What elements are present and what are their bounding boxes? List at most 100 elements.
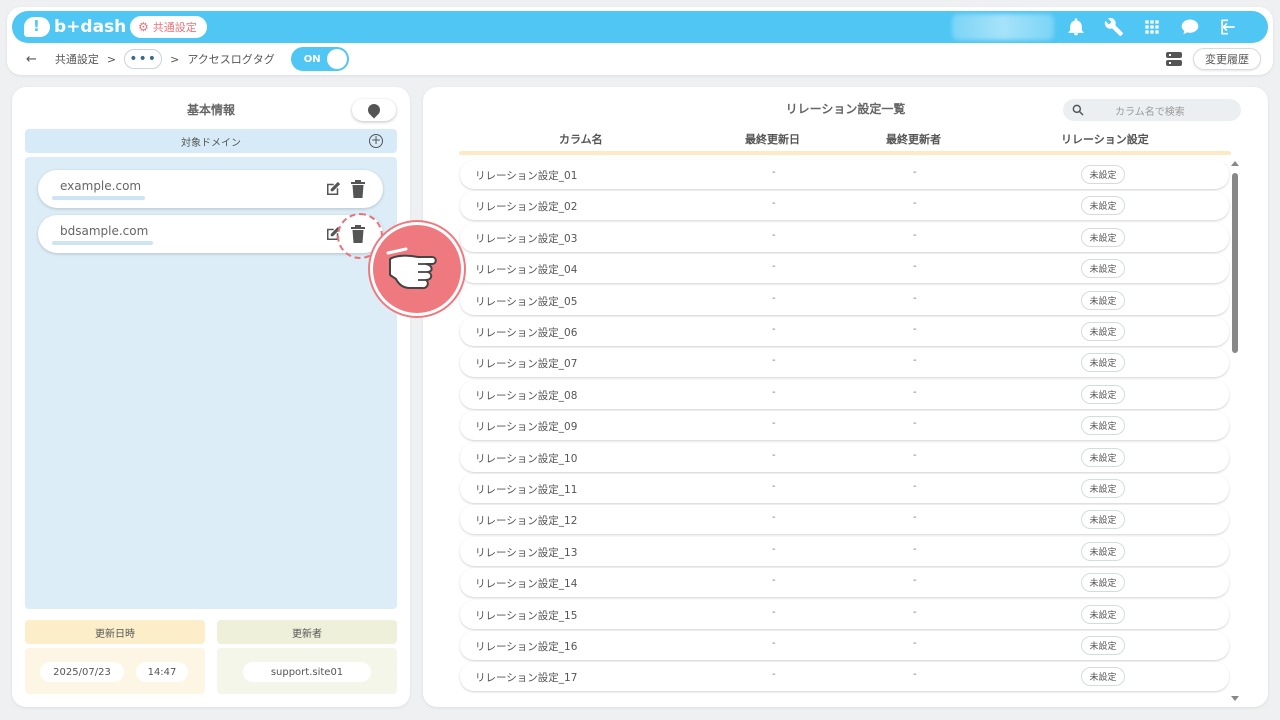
row-last-updated-date: - bbox=[772, 198, 776, 210]
logo-text: b+dash bbox=[54, 17, 127, 37]
row-last-updated-user: - bbox=[913, 167, 917, 178]
row-relation-status-button[interactable]: 未設定 bbox=[1081, 479, 1125, 498]
row-last-updated-user: - bbox=[913, 324, 917, 335]
row-relation-status-button[interactable]: 未設定 bbox=[1081, 573, 1125, 593]
logout-icon[interactable] bbox=[1216, 16, 1240, 38]
table-row[interactable]: リレーション設定_11 - - 未設定 bbox=[460, 474, 1229, 503]
row-last-updated-user: - bbox=[913, 292, 917, 304]
domain-item: bdsample.com bbox=[38, 215, 383, 253]
table-row[interactable]: リレーション設定_17 - - 未設定 bbox=[460, 662, 1229, 692]
row-last-updated-user: - bbox=[913, 355, 917, 367]
table-row[interactable]: リレーション設定_15 - - 未設定 bbox=[460, 599, 1229, 629]
row-last-updated-date: - bbox=[772, 481, 776, 492]
toggle-label: ON bbox=[303, 53, 321, 65]
breadcrumb-more-button[interactable]: ••• bbox=[124, 49, 163, 69]
row-relation-status-button[interactable]: 未設定 bbox=[1081, 667, 1125, 687]
column-header-setting[interactable]: リレーション設定 bbox=[1061, 131, 1149, 147]
toggle-knob bbox=[326, 49, 347, 69]
row-relation-status-button[interactable]: 未設定 bbox=[1081, 510, 1125, 530]
user-info-blurred[interactable] bbox=[952, 14, 1054, 40]
row-column-name: リレーション設定_06 bbox=[475, 327, 578, 339]
search-placeholder: カラム名で検索 bbox=[1115, 106, 1185, 118]
row-relation-status-button[interactable]: 未設定 bbox=[1081, 636, 1125, 655]
row-relation-status-button[interactable]: 未設定 bbox=[1081, 416, 1125, 436]
row-last-updated-date: - bbox=[772, 418, 776, 430]
table-row[interactable]: リレーション設定_01 - - 未設定 bbox=[460, 160, 1229, 189]
row-relation-status-button[interactable]: 未設定 bbox=[1081, 259, 1125, 279]
location-pin-icon bbox=[365, 101, 383, 119]
domain-name: example.com bbox=[60, 179, 142, 193]
row-last-updated-user: - bbox=[913, 449, 917, 461]
row-column-name: リレーション設定_13 bbox=[475, 546, 578, 559]
column-search-input[interactable]: カラム名で検索 bbox=[1063, 99, 1241, 121]
scrollbar-thumb[interactable] bbox=[1232, 173, 1238, 353]
domain-name: bdsample.com bbox=[60, 224, 149, 238]
table-row[interactable]: リレーション設定_09 - - 未設定 bbox=[460, 411, 1229, 441]
row-column-name: リレーション設定_01 bbox=[475, 170, 578, 182]
row-relation-status-button[interactable]: 未設定 bbox=[1081, 165, 1125, 184]
row-relation-status-button[interactable]: 未設定 bbox=[1081, 290, 1125, 310]
row-last-updated-user: - bbox=[913, 261, 917, 273]
row-last-updated-date: - bbox=[772, 449, 776, 461]
row-column-name: リレーション設定_11 bbox=[475, 484, 578, 496]
row-last-updated-user: - bbox=[913, 575, 917, 587]
row-last-updated-user: - bbox=[913, 481, 917, 492]
row-relation-status-button[interactable]: 未設定 bbox=[1081, 322, 1125, 341]
add-domain-plus-icon[interactable]: + bbox=[369, 134, 383, 148]
row-column-name: リレーション設定_05 bbox=[475, 295, 578, 308]
back-arrow-icon[interactable]: ← bbox=[26, 52, 37, 67]
scroll-down-arrow[interactable] bbox=[1231, 696, 1239, 701]
trash-icon[interactable] bbox=[351, 180, 365, 198]
row-last-updated-user: - bbox=[913, 669, 917, 681]
apps-grid-icon[interactable] bbox=[1140, 16, 1164, 38]
table-row[interactable]: リレーション設定_04 - - 未設定 bbox=[460, 254, 1229, 284]
table-row[interactable]: リレーション設定_03 - - 未設定 bbox=[460, 222, 1229, 252]
edit-icon[interactable] bbox=[324, 180, 342, 198]
change-history-button[interactable]: 変更履歴 bbox=[1193, 48, 1261, 70]
row-last-updated-date: - bbox=[772, 355, 776, 367]
shared-settings-tag[interactable]: ⚙ 共通設定 bbox=[130, 16, 207, 38]
table-row[interactable]: リレーション設定_08 - - 未設定 bbox=[460, 379, 1229, 409]
row-last-updated-user: - bbox=[913, 543, 917, 555]
row-column-name: リレーション設定_04 bbox=[475, 264, 578, 277]
row-relation-status-button[interactable]: 未設定 bbox=[1081, 353, 1125, 373]
app-logo[interactable]: b+dash bbox=[24, 15, 126, 39]
wrench-icon[interactable] bbox=[1102, 16, 1126, 38]
pointing-hand-icon bbox=[370, 222, 464, 316]
row-column-name: リレーション設定_16 bbox=[475, 641, 578, 653]
row-relation-status-button[interactable]: 未設定 bbox=[1081, 604, 1125, 624]
table-row[interactable]: リレーション設定_10 - - 未設定 bbox=[460, 442, 1229, 472]
column-header-user[interactable]: 最終更新者 bbox=[886, 131, 941, 147]
row-last-updated-date: - bbox=[772, 669, 776, 681]
breadcrumb-root[interactable]: 共通設定 bbox=[55, 51, 99, 67]
status-toggle[interactable]: ON bbox=[290, 47, 349, 71]
table-row[interactable]: リレーション設定_14 - - 未設定 bbox=[460, 568, 1229, 598]
table-row[interactable]: リレーション設定_06 - - 未設定 bbox=[460, 317, 1229, 346]
row-relation-status-button[interactable]: 未設定 bbox=[1081, 227, 1125, 247]
bell-icon[interactable] bbox=[1064, 16, 1088, 38]
row-relation-status-button[interactable]: 未設定 bbox=[1081, 447, 1125, 467]
updated-by-body: support.site01 bbox=[217, 648, 397, 694]
row-column-name: リレーション設定_17 bbox=[475, 672, 578, 685]
ip-pin-button[interactable] bbox=[352, 99, 396, 121]
row-last-updated-date: - bbox=[772, 606, 776, 618]
support-chat-icon[interactable] bbox=[1178, 16, 1202, 38]
row-relation-status-button[interactable]: 未設定 bbox=[1081, 384, 1125, 404]
table-row[interactable]: リレーション設定_16 - - 未設定 bbox=[460, 631, 1229, 660]
row-column-name: リレーション設定_12 bbox=[475, 515, 578, 528]
table-row[interactable]: リレーション設定_02 - - 未設定 bbox=[460, 191, 1229, 221]
column-header-name[interactable]: カラム名 bbox=[559, 131, 603, 147]
basic-info-title: 基本情報 bbox=[178, 101, 244, 120]
table-row[interactable]: リレーション設定_13 - - 未設定 bbox=[460, 536, 1229, 566]
scroll-up-arrow[interactable] bbox=[1231, 161, 1239, 166]
row-relation-status-button[interactable]: 未設定 bbox=[1081, 196, 1125, 216]
table-row[interactable]: リレーション設定_07 - - 未設定 bbox=[460, 348, 1229, 378]
row-last-updated-user: - bbox=[913, 512, 917, 524]
row-relation-status-button[interactable]: 未設定 bbox=[1081, 541, 1125, 561]
updated-time: 14:47 bbox=[136, 662, 188, 682]
row-last-updated-date: - bbox=[772, 575, 776, 587]
table-row[interactable]: リレーション設定_05 - - 未設定 bbox=[460, 285, 1229, 315]
column-header-date[interactable]: 最終更新日 bbox=[745, 131, 800, 147]
server-icon[interactable] bbox=[1166, 52, 1182, 68]
table-row[interactable]: リレーション設定_12 - - 未設定 bbox=[460, 505, 1229, 535]
